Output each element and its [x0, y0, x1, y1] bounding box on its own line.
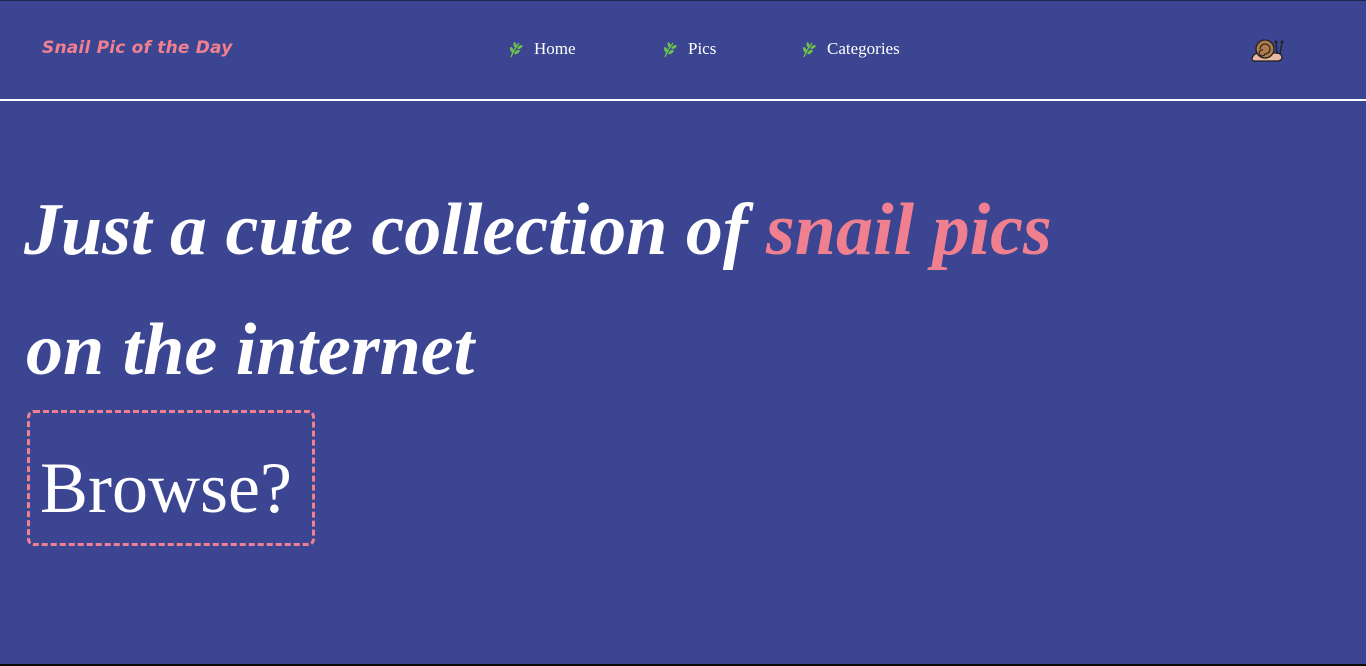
- navbar: Snail Pic of the Day Home Pics Categorie…: [0, 1, 1366, 101]
- leaf-icon: [662, 41, 679, 58]
- hero-headline-line2: on the internet: [26, 309, 475, 391]
- nav-link-home[interactable]: Home: [508, 39, 576, 59]
- leaf-icon: [508, 41, 525, 58]
- hero-headline-prefix: Just a cute collection of: [24, 189, 748, 271]
- nav-link-pics[interactable]: Pics: [662, 39, 716, 59]
- browse-button[interactable]: Browse?: [27, 410, 315, 546]
- hero-headline-line1: Just a cute collection of snail pics: [24, 188, 1052, 273]
- nav-link-home-label: Home: [534, 39, 576, 58]
- brand-link[interactable]: Snail Pic of the Day: [42, 38, 233, 58]
- leaf-icon: [801, 41, 818, 58]
- hero-headline-highlight: snail pics: [766, 189, 1052, 271]
- nav-link-pics-label: Pics: [688, 39, 717, 58]
- snail-icon[interactable]: [1250, 37, 1284, 63]
- nav-link-categories-label: Categories: [827, 39, 900, 58]
- nav-link-categories[interactable]: Categories: [801, 39, 900, 59]
